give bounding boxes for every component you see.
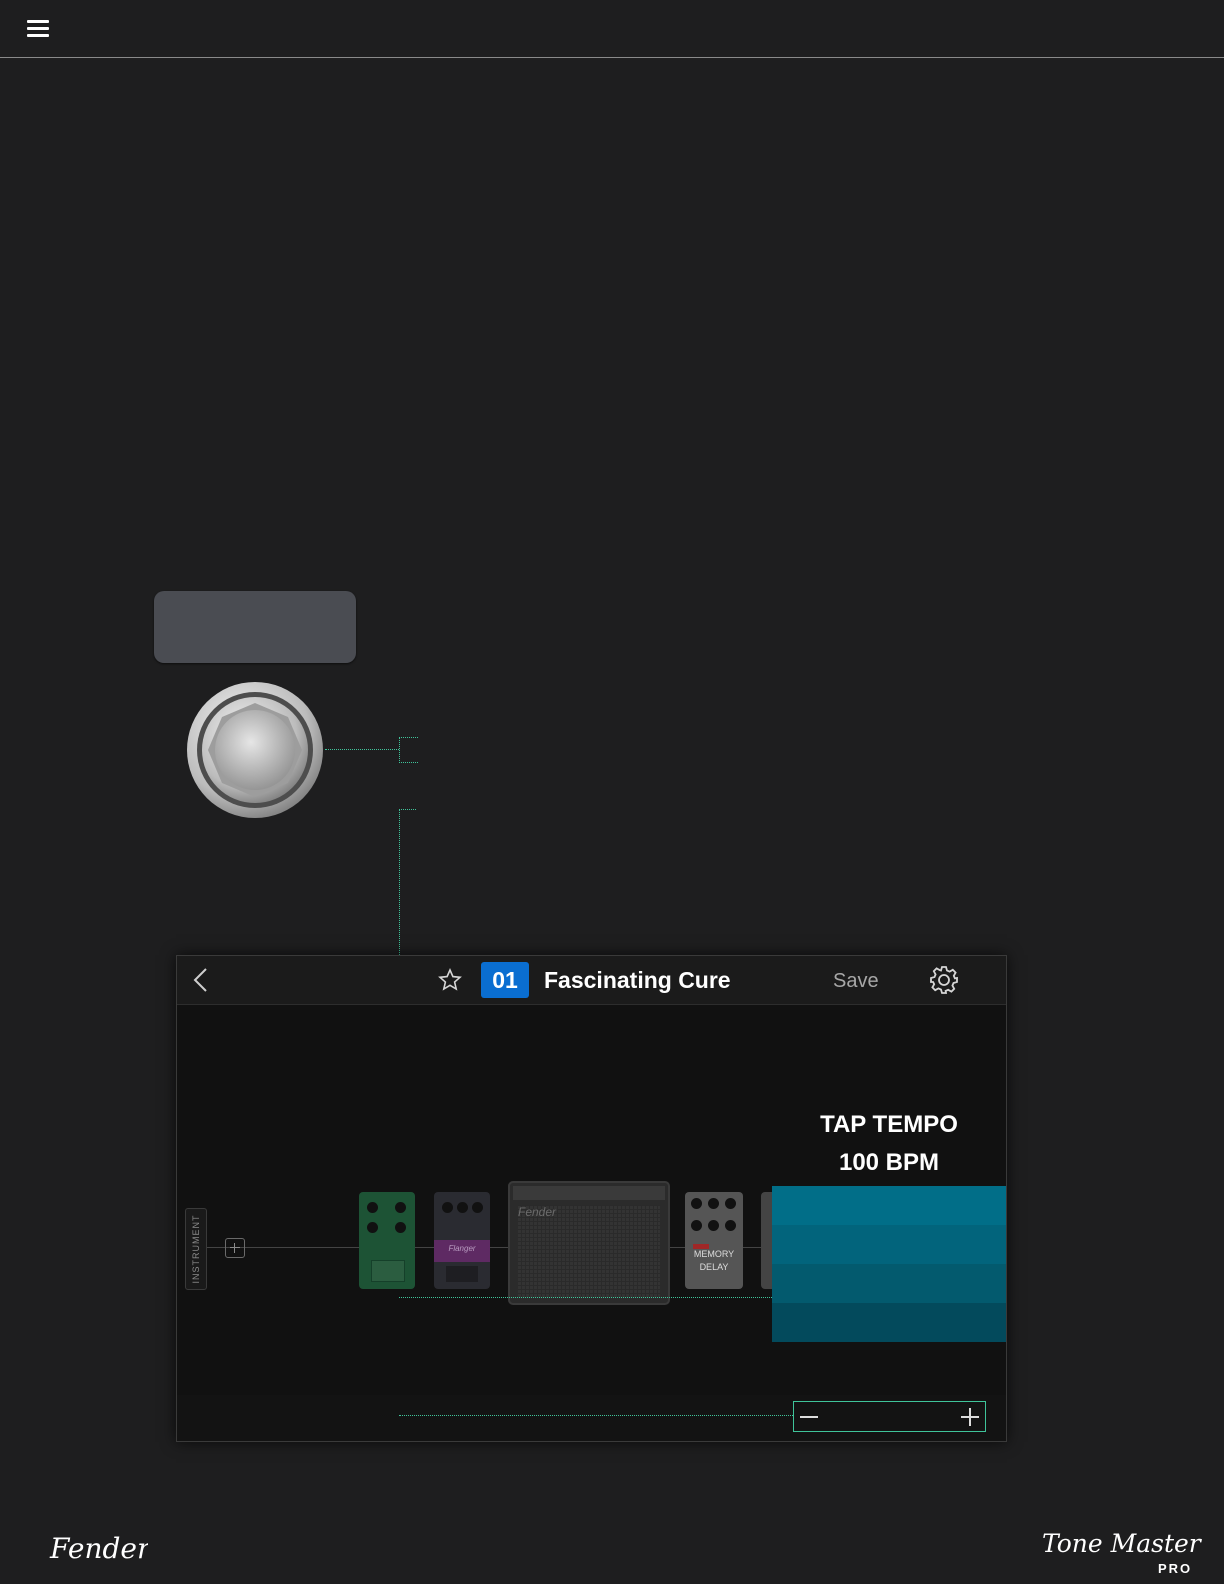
fender-logo: Fender [49, 1532, 148, 1565]
tap-tempo-panel[interactable]: TAP TEMPO 100 BPM [772, 1086, 1006, 1396]
save-button[interactable]: Save [833, 968, 879, 994]
tap-tempo-pad[interactable] [772, 1186, 1006, 1342]
gear-icon[interactable] [929, 965, 959, 995]
svg-text:Tone Master: Tone Master [1042, 1529, 1203, 1558]
tempo-stepper [793, 1401, 986, 1432]
tone-master-logo: Tone Master PRO [1042, 1529, 1203, 1576]
top-bar [0, 0, 1224, 58]
footswitch-display [154, 591, 356, 663]
tap-tempo-title: TAP TEMPO 100 BPM [772, 1106, 1006, 1182]
hamburger-menu-icon[interactable] [27, 20, 49, 38]
instrument-label: INSTRUMENT [191, 1214, 201, 1284]
chevron-left-icon[interactable] [191, 967, 211, 993]
tempo-bar[interactable] [772, 1303, 1006, 1342]
tap-tempo-bpm: 100 BPM [838, 1149, 940, 1176]
star-icon[interactable] [438, 968, 462, 992]
plus-icon[interactable] [961, 1408, 979, 1426]
preset-number-badge: 01 [481, 962, 529, 998]
callout-line [399, 1297, 772, 1298]
tempo-bar[interactable] [772, 1264, 1006, 1303]
callout-line [325, 749, 399, 750]
footswitch-button[interactable] [186, 681, 324, 819]
tempo-bar[interactable] [772, 1186, 1006, 1225]
green-overdrive-pedal[interactable] [359, 1192, 415, 1289]
tap-tempo-label: TAP TEMPO [820, 1111, 958, 1138]
fender-amp[interactable]: Fender [508, 1181, 670, 1305]
plus-square-icon[interactable] [225, 1238, 245, 1258]
callout-bracket [399, 737, 418, 763]
purple-flanger-pedal[interactable]: Flanger [434, 1192, 490, 1289]
memory-delay-pedal[interactable]: MEMORY DELAY [685, 1192, 743, 1289]
delay-pedal-sublabel: DELAY [699, 1262, 729, 1272]
device-screen: 01 Fascinating Cure Save INSTRUMENT Flan… [176, 955, 1007, 1442]
tempo-bar[interactable] [772, 1225, 1006, 1264]
instrument-input: INSTRUMENT [185, 1208, 207, 1290]
delay-pedal-label: MEMORY [693, 1249, 735, 1259]
minus-icon[interactable] [800, 1408, 818, 1426]
preset-header: 01 Fascinating Cure Save [177, 956, 1006, 1005]
preset-name[interactable]: Fascinating Cure [544, 965, 731, 995]
callout-line [399, 1415, 793, 1416]
callout-line [399, 809, 416, 810]
svg-text:Fender: Fender [49, 1532, 148, 1565]
svg-text:PRO: PRO [1158, 1561, 1192, 1576]
